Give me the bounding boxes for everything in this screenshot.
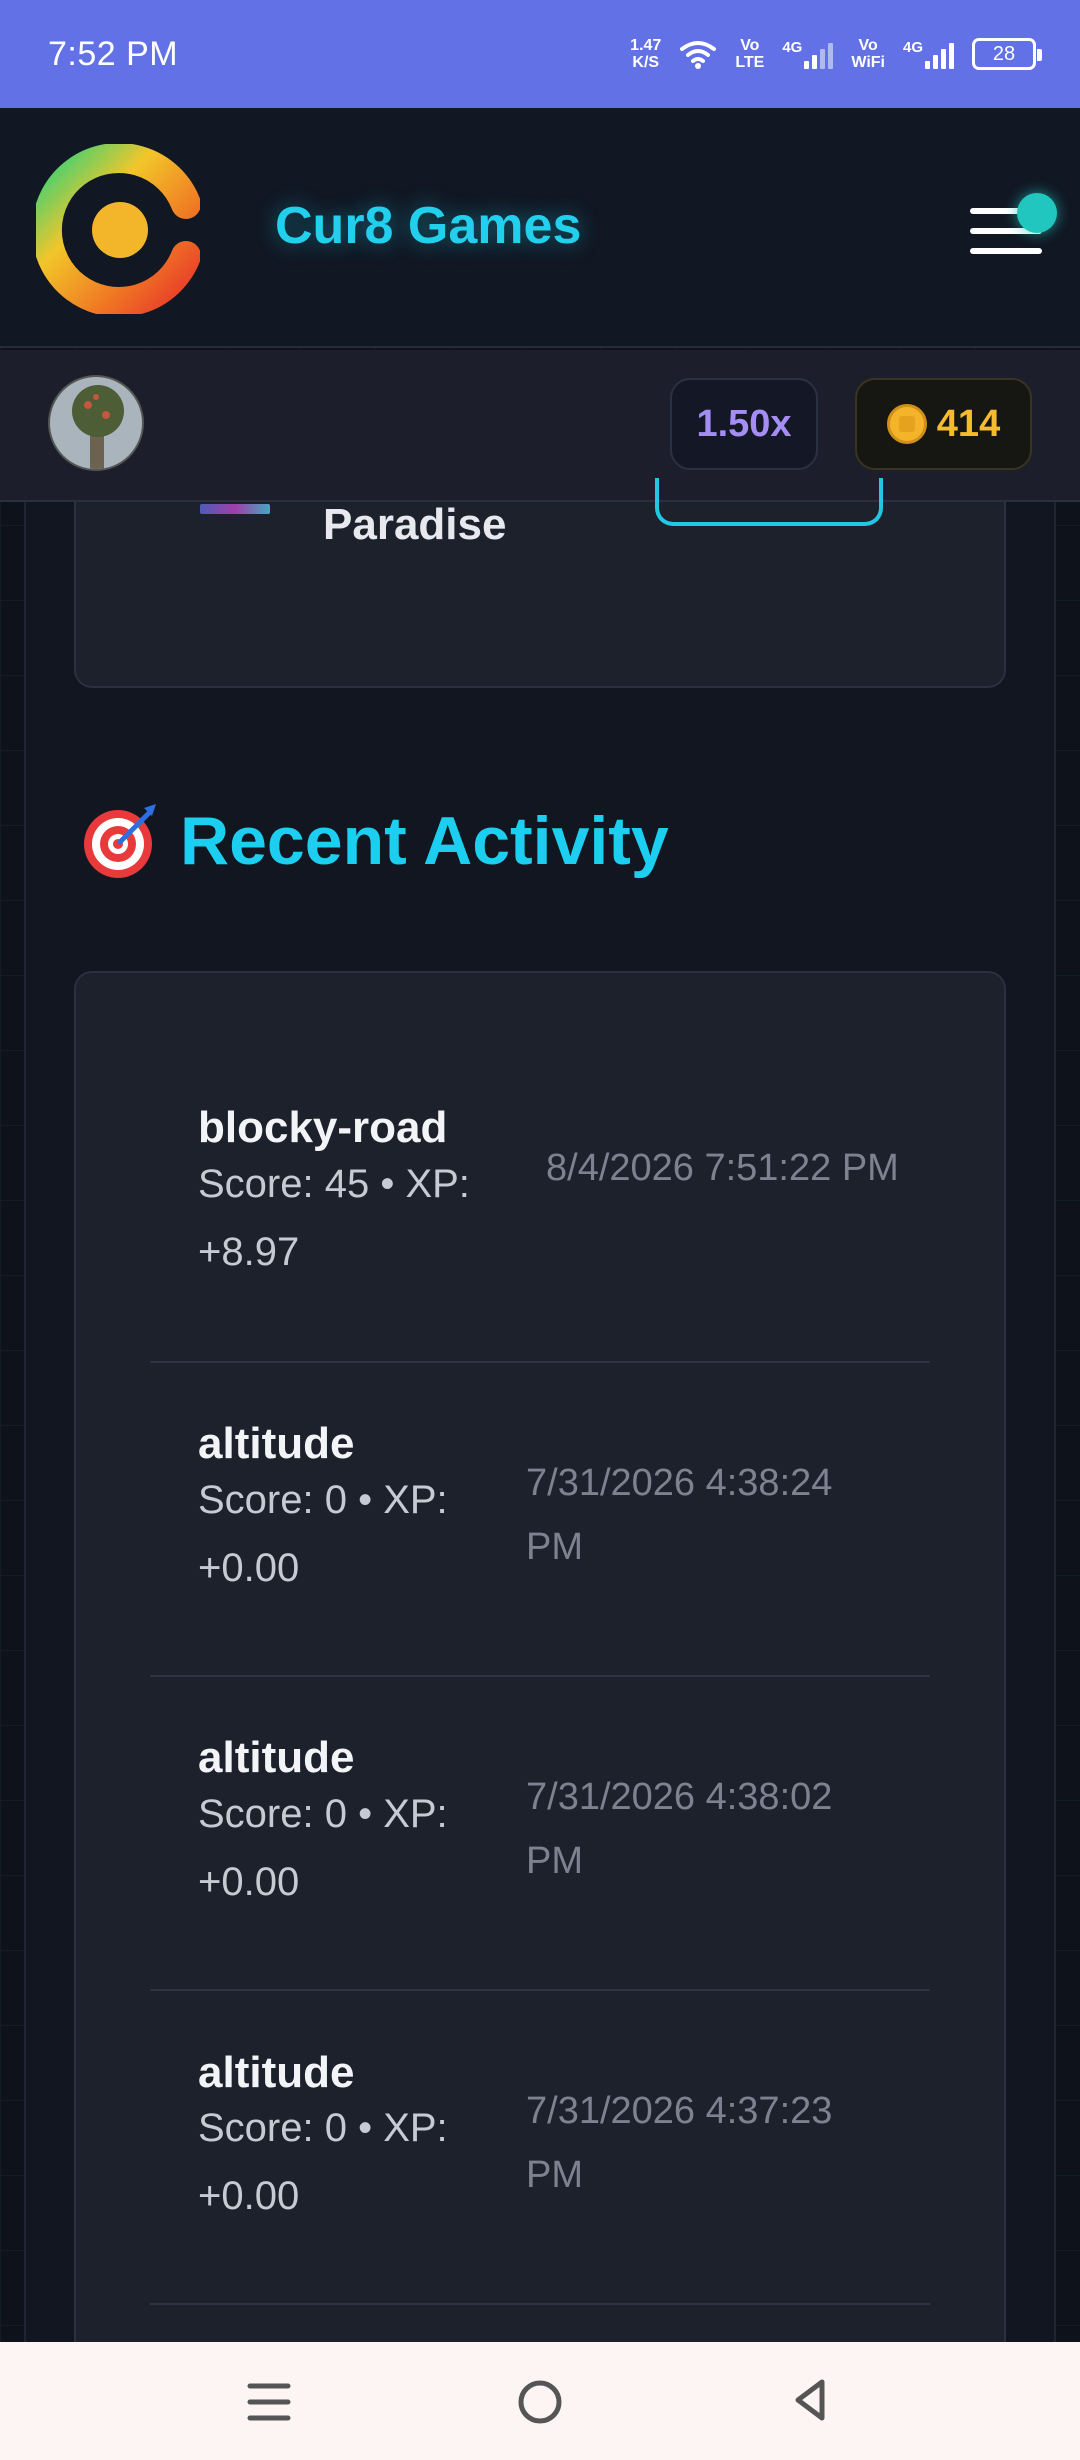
play-button[interactable] xyxy=(655,478,883,526)
featured-game-card[interactable] xyxy=(74,502,1006,688)
activity-timestamp: 8/4/2026 7:51:22 PM xyxy=(546,1147,899,1189)
signal-bars-icon xyxy=(804,39,834,69)
signal-bars-icon xyxy=(925,39,954,69)
avatar[interactable] xyxy=(48,375,144,471)
wifi-calling-icon: Vo WiFi xyxy=(851,37,885,71)
wifi-icon xyxy=(680,41,717,69)
brand-title[interactable]: Cur8 Games xyxy=(275,196,581,256)
list-item[interactable]: altitude Score: 0 • XP: +0.00 7/31/2026 … xyxy=(150,1363,930,1677)
battery-icon: 28 xyxy=(972,38,1042,70)
signal-1: 4G xyxy=(782,39,834,69)
target-icon xyxy=(84,804,156,878)
signal-2: 4G xyxy=(903,39,954,69)
activity-timestamp: 7/31/2026 4:38:24 PM xyxy=(526,1462,833,1568)
user-bar: 1.50x 414 xyxy=(0,350,1080,502)
recent-activity-heading: Recent Activity xyxy=(80,800,669,882)
xp-multiplier-badge[interactable]: 1.50x xyxy=(670,378,818,470)
activity-meta: Score: 0 • XP: +0.00 xyxy=(198,1792,448,1904)
recent-apps-icon[interactable] xyxy=(240,2374,300,2430)
list-item[interactable]: altitude Score: 0 • XP: +0.00 7/31/2026 … xyxy=(150,1677,930,1991)
activity-game: altitude xyxy=(198,1419,355,1468)
status-time: 7:52 PM xyxy=(48,34,179,73)
section-title: Recent Activity xyxy=(180,803,669,879)
activity-game: blocky-road xyxy=(198,1103,448,1152)
cur8-logo-icon[interactable] xyxy=(36,144,200,314)
game-name: Paradise xyxy=(323,500,507,549)
coin-icon xyxy=(886,404,927,444)
status-icons: 1.47 K/S Vo LTE 4G Vo WiFi 4G 28 xyxy=(630,37,1042,71)
avatar-image xyxy=(50,377,142,469)
coin-balance-badge[interactable]: 414 xyxy=(855,378,1032,470)
notification-dot xyxy=(1017,193,1057,233)
activity-timestamp: 7/31/2026 4:38:02 PM xyxy=(526,1776,833,1882)
system-nav-bar xyxy=(0,2342,1080,2460)
net-speed: 1.47 K/S xyxy=(630,37,662,71)
home-icon[interactable] xyxy=(510,2374,570,2430)
game-thumbnail xyxy=(200,504,270,514)
volte-icon: Vo LTE xyxy=(735,37,765,71)
list-item[interactable]: blocky-road Score: 45 • XP: +8.97 8/4/20… xyxy=(150,1049,930,1363)
app-header: Cur8 Games xyxy=(0,108,1080,348)
list-item[interactable]: altitude Score: 0 • XP: +0.00 7/31/2026 … xyxy=(150,1991,930,2305)
activity-game: altitude xyxy=(198,2048,355,2097)
activity-meta: Score: 0 • XP: +0.00 xyxy=(198,2106,448,2218)
activity-game: altitude xyxy=(198,1733,355,1782)
activity-meta: Score: 45 • XP: +8.97 xyxy=(198,1162,470,1274)
back-icon[interactable] xyxy=(780,2374,840,2430)
activity-meta: Score: 0 • XP: +0.00 xyxy=(198,1478,448,1590)
activity-timestamp: 7/31/2026 4:37:23 PM xyxy=(526,2090,833,2196)
status-bar: 7:52 PM 1.47 K/S Vo LTE 4G Vo WiFi 4G 28 xyxy=(0,0,1080,108)
